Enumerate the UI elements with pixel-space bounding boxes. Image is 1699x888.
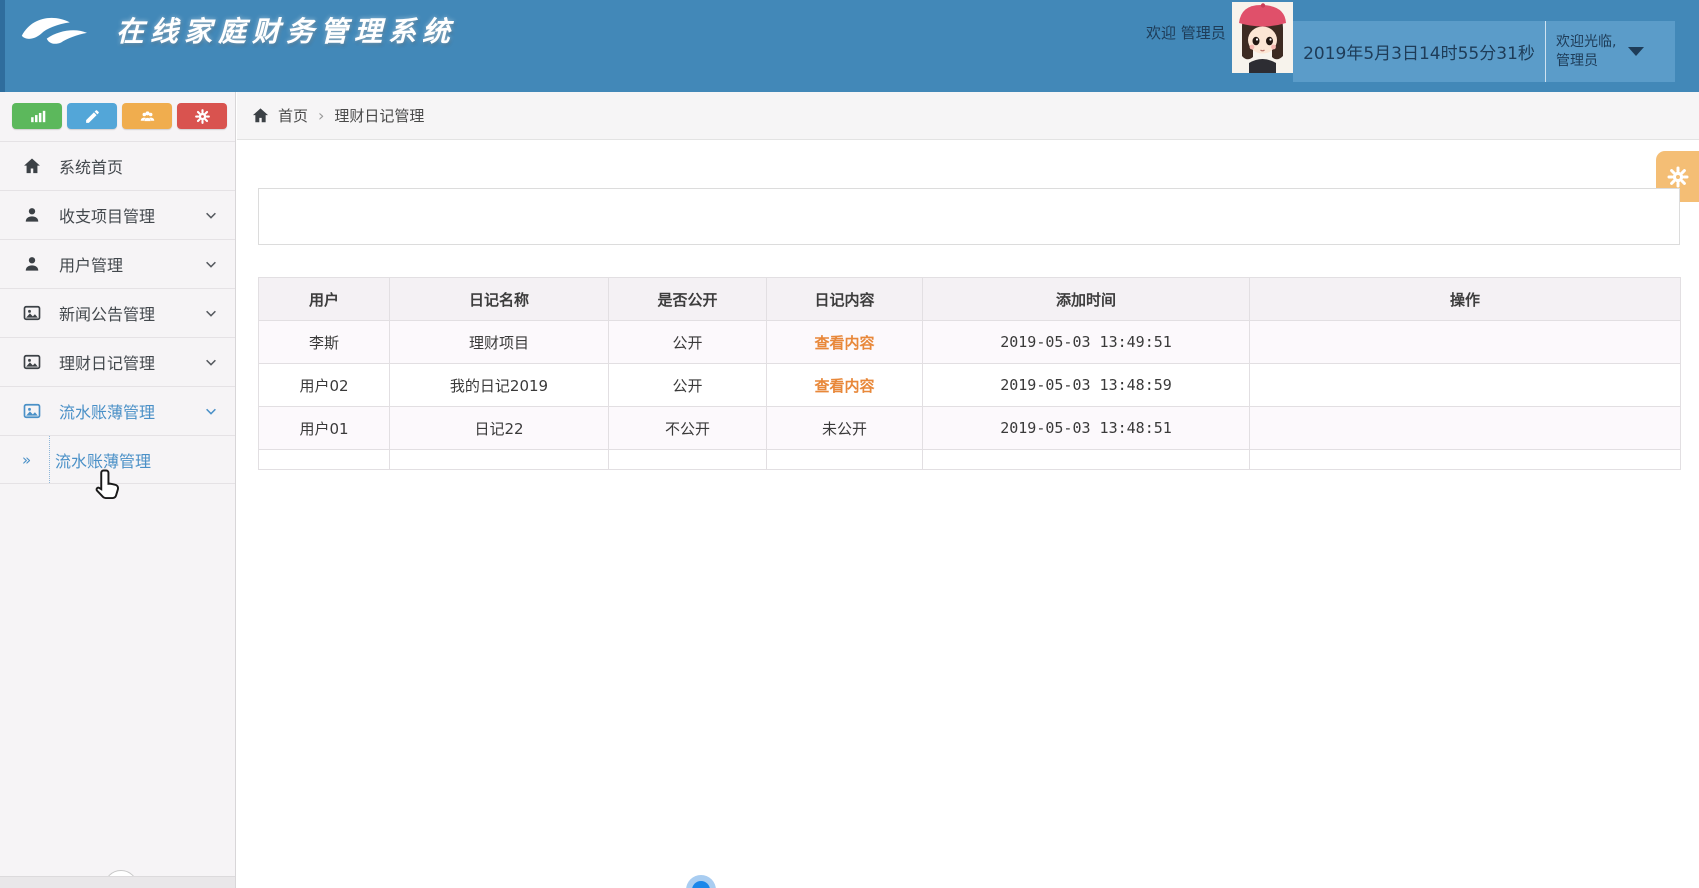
cell-user: 用户02 — [258, 363, 390, 407]
sidebar-menu: 系统首页 收支项目管理 用户管理 新闻公告管理 理财日记管理 流水账薄管理 » … — [0, 141, 235, 484]
table-row: 用户02 我的日记2019 公开 查看内容 2019-05-03 13:48:5… — [258, 363, 1681, 407]
gear-icon — [1667, 166, 1689, 187]
gears-button[interactable] — [177, 103, 227, 129]
user-icon — [25, 257, 39, 271]
cell-action — [1249, 406, 1681, 450]
home-icon — [252, 108, 269, 123]
sidebar-item-ledger[interactable]: 流水账薄管理 — [0, 386, 235, 435]
sidebar-item-label: 用户管理 — [59, 256, 124, 275]
sidebar-item-label: 流水账薄管理 — [59, 403, 156, 422]
sidebar-item-label: 新闻公告管理 — [59, 305, 156, 324]
sidebar-subitem-ledger[interactable]: » 流水账薄管理 — [0, 435, 235, 484]
sidebar-item-home[interactable]: 系统首页 — [0, 141, 235, 190]
col-is-public: 是否公开 — [608, 277, 767, 321]
sidebar-item-label: 系统首页 — [59, 158, 124, 177]
sidebar-subitem-label: 流水账薄管理 — [55, 451, 152, 471]
cell-user: 李斯 — [258, 320, 390, 364]
quick-buttons — [12, 103, 232, 129]
table-footer-row — [258, 449, 1681, 470]
user-menu[interactable]: 欢迎光临, 管理员 — [1545, 21, 1675, 82]
users-icon — [140, 110, 154, 121]
top-header: 在线家庭财务管理系统 欢迎 管理员 2019年5月3日14时55分31秒 欢迎光… — [0, 0, 1699, 92]
pencil-icon — [85, 109, 99, 123]
avatar — [1232, 2, 1293, 73]
image-icon — [23, 305, 41, 321]
greeting-line1: 欢迎光临, — [1556, 33, 1617, 50]
cell-added-time: 2019-05-03 13:48:59 — [922, 363, 1250, 407]
bar-chart-button[interactable] — [12, 103, 62, 129]
users-button[interactable] — [122, 103, 172, 129]
toolbar-panel — [258, 188, 1680, 245]
cell-diary-name: 我的日记2019 — [389, 363, 609, 407]
cell-action — [1249, 320, 1681, 364]
avatar-girl-image — [1232, 2, 1293, 73]
col-content: 日记内容 — [766, 277, 923, 321]
cell-content: 未公开 — [766, 406, 923, 450]
tree-guide-line — [49, 436, 50, 483]
cell-is-public: 公开 — [608, 320, 767, 364]
chevron-down-icon — [206, 408, 216, 415]
col-action: 操作 — [1249, 277, 1681, 321]
cell-diary-name: 日记22 — [389, 406, 609, 450]
user-icon — [25, 208, 39, 222]
breadcrumb-current: 理财日记管理 — [334, 107, 425, 125]
welcome-text: 欢迎 管理员 — [1146, 24, 1226, 42]
main-content: 用户 日记名称 是否公开 日记内容 添加时间 操作 李斯 理财项目 公开 查看内… — [237, 140, 1699, 888]
home-icon — [24, 158, 40, 174]
cell-added-time: 2019-05-03 13:48:51 — [922, 406, 1250, 450]
cell-diary-name: 理财项目 — [389, 320, 609, 364]
col-user: 用户 — [258, 277, 390, 321]
table-header-row: 用户 日记名称 是否公开 日记内容 添加时间 操作 — [258, 277, 1681, 321]
sidebar-item-diary[interactable]: 理财日记管理 — [0, 337, 235, 386]
col-added-time: 添加时间 — [922, 277, 1250, 321]
chevron-down-icon — [206, 310, 216, 317]
logo: 在线家庭财务管理系统 — [18, 8, 456, 52]
table-row: 李斯 理财项目 公开 查看内容 2019-05-03 13:49:51 — [258, 320, 1681, 364]
view-content-link[interactable]: 查看内容 — [814, 334, 874, 352]
cell-user: 用户01 — [258, 406, 390, 450]
gears-icon — [194, 108, 210, 124]
view-content-link[interactable]: 查看内容 — [814, 377, 874, 395]
sidebar-item-label: 收支项目管理 — [59, 207, 156, 226]
chevron-down-icon — [206, 212, 216, 219]
double-arrow-icon: » — [22, 450, 32, 469]
bar-chart-icon — [30, 110, 45, 122]
cell-is-public: 不公开 — [608, 406, 767, 450]
pencil-button[interactable] — [67, 103, 117, 129]
screen: 在线家庭财务管理系统 欢迎 管理员 2019年5月3日14时55分31秒 欢迎光… — [0, 0, 1699, 888]
app-title: 在线家庭财务管理系统 — [116, 15, 457, 48]
breadcrumb-separator: › — [318, 106, 325, 125]
chevron-down-icon — [206, 261, 216, 268]
header-left-edge — [0, 0, 5, 92]
breadcrumb-home[interactable]: 首页 — [278, 105, 308, 126]
sidebar-item-user-management[interactable]: 用户管理 — [0, 239, 235, 288]
sidebar-item-label: 理财日记管理 — [59, 354, 156, 373]
chevron-down-icon — [206, 359, 216, 366]
sidebar: 系统首页 收支项目管理 用户管理 新闻公告管理 理财日记管理 流水账薄管理 » … — [0, 92, 236, 888]
breadcrumb: 首页 › 理财日记管理 — [237, 92, 1699, 140]
diary-table: 用户 日记名称 是否公开 日记内容 添加时间 操作 李斯 理财项目 公开 查看内… — [258, 277, 1681, 470]
image-icon — [23, 403, 41, 419]
cell-added-time: 2019-05-03 13:49:51 — [922, 320, 1250, 364]
sidebar-item-income-expense[interactable]: 收支项目管理 — [0, 190, 235, 239]
table-row: 用户01 日记22 不公开 未公开 2019-05-03 13:48:51 — [258, 406, 1681, 450]
greeting-line2: 管理员 — [1556, 52, 1598, 69]
image-icon — [23, 354, 41, 370]
sidebar-item-news[interactable]: 新闻公告管理 — [0, 288, 235, 337]
sidebar-footer-bar — [0, 876, 235, 888]
cell-action — [1249, 363, 1681, 407]
datetime-display: 2019年5月3日14时55分31秒 — [1293, 21, 1545, 82]
wave-logo-icon — [21, 17, 87, 44]
cell-is-public: 公开 — [608, 363, 767, 407]
col-diary-name: 日记名称 — [389, 277, 609, 321]
chevron-down-icon — [1628, 47, 1645, 56]
